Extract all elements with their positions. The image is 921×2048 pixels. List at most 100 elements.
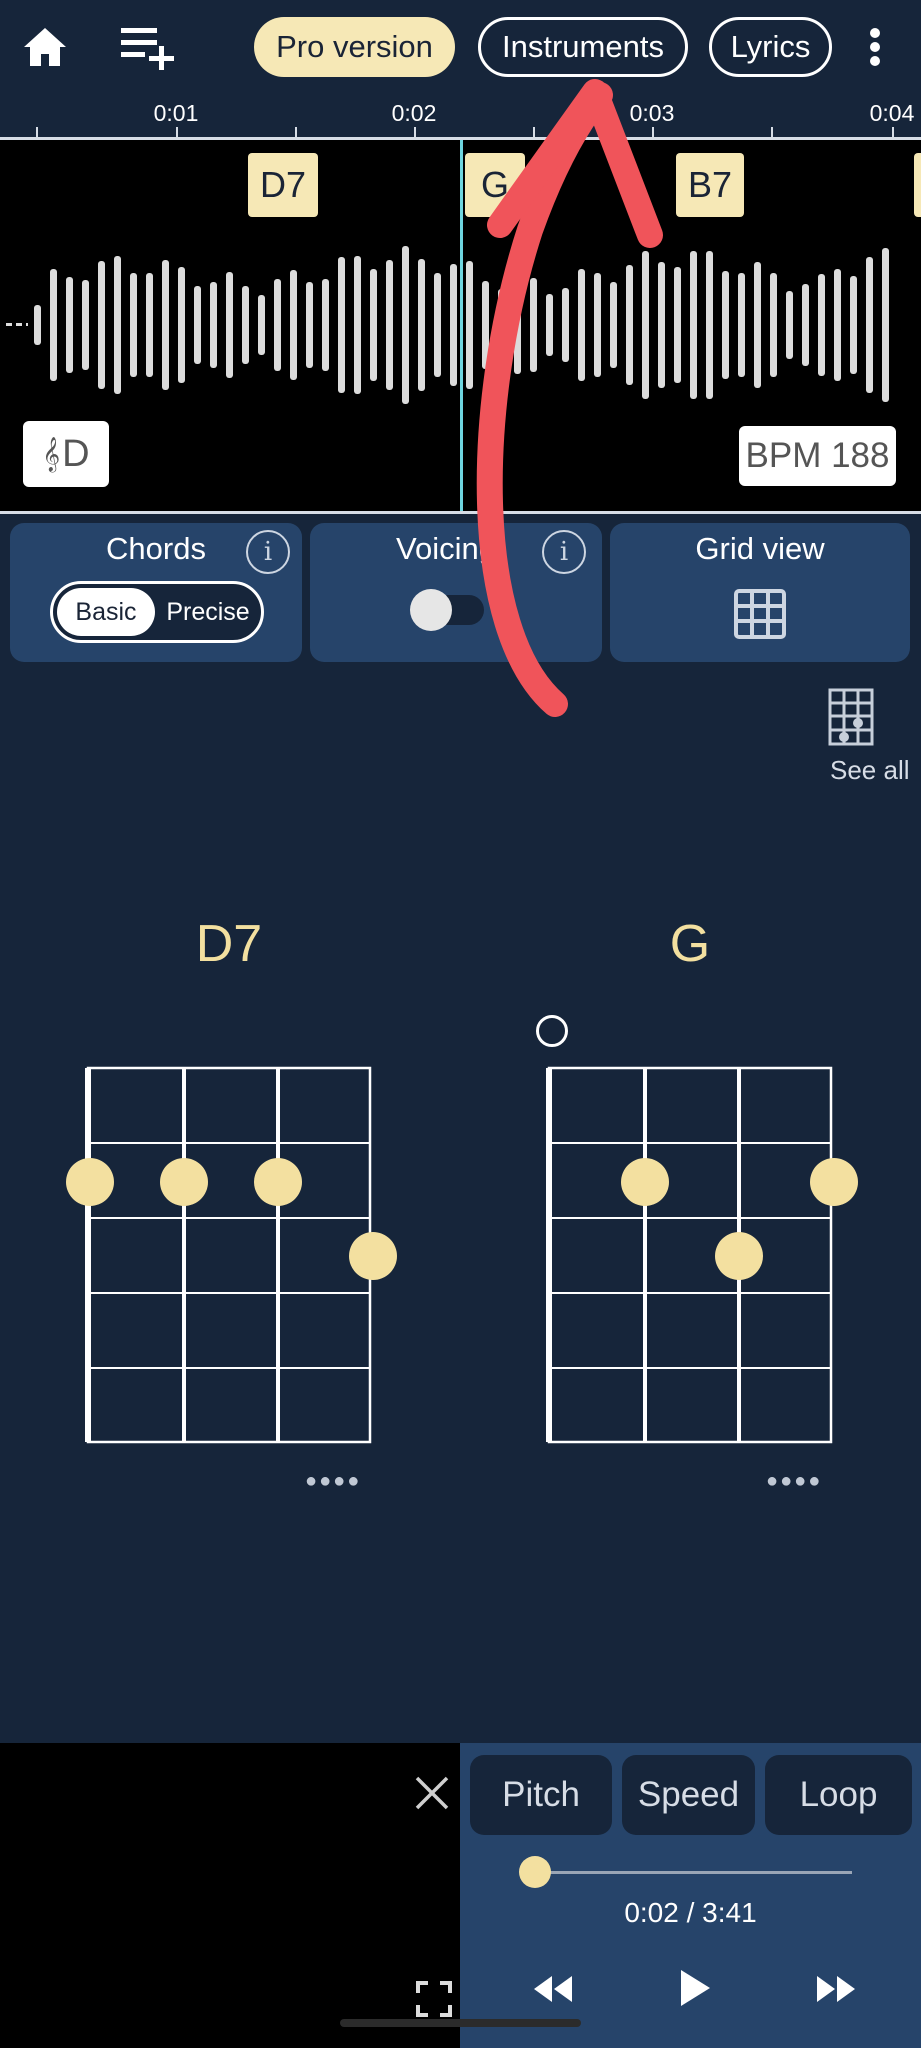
more-vert-icon[interactable]	[860, 24, 890, 70]
timeline-tick-label: 0:04	[869, 100, 915, 126]
waveform-bar	[498, 289, 505, 361]
key-label: D	[62, 432, 90, 475]
finger-dot	[715, 1232, 763, 1280]
timeline-tick-label: 0:03	[629, 100, 675, 126]
waveform-bar	[738, 272, 745, 378]
waveform-bar	[418, 258, 425, 392]
timeline-ruler[interactable]: 0:01 0:02 0:03 0:04	[0, 100, 921, 140]
lyrics-button[interactable]: Lyrics	[709, 17, 832, 77]
chord-diagram-d7[interactable]	[84, 1064, 378, 1444]
voicing-switch[interactable]	[410, 589, 484, 631]
progress-knob[interactable]	[518, 1856, 551, 1888]
waveform-bar	[194, 286, 201, 364]
chord-variations-indicator[interactable]: ●●●●	[766, 1470, 822, 1493]
playlist-add-icon[interactable]	[118, 20, 180, 74]
grid-view-title: Grid view	[695, 531, 825, 566]
waveform-bar	[850, 275, 857, 375]
waveform-bar	[34, 305, 41, 345]
waveform-bar	[82, 279, 89, 371]
waveform-bar	[802, 284, 809, 366]
time-label: 0:02 / 3:41	[624, 1897, 757, 1928]
chords-card: Chords i Basic Precise	[10, 523, 302, 662]
waveform-bar	[866, 257, 873, 393]
waveform-bar	[786, 291, 793, 359]
waveform-bar	[530, 277, 537, 373]
chord-chart-icon[interactable]	[828, 688, 876, 753]
waveform-bar	[466, 261, 473, 389]
precise-option[interactable]: Precise	[157, 588, 259, 636]
timeline-tick	[414, 127, 416, 137]
waveform-bar	[674, 267, 681, 383]
waveform-bar	[514, 275, 521, 375]
waveform-bar	[322, 278, 329, 372]
waveform-bar	[146, 273, 153, 377]
fullscreen-icon[interactable]	[416, 1981, 452, 2022]
waveform-bar	[546, 293, 553, 357]
basic-option[interactable]: Basic	[57, 588, 155, 636]
waveform-bar	[882, 248, 889, 402]
progress-track[interactable]	[532, 1871, 852, 1874]
waveform-bar	[834, 269, 841, 381]
playhead[interactable]	[460, 140, 463, 512]
timeline-tick-label: 0:01	[153, 100, 199, 126]
waveform-bar	[66, 276, 73, 374]
finger-dot	[66, 1158, 114, 1206]
waveform-bar	[178, 266, 185, 384]
chords-mode-toggle[interactable]: Basic Precise	[50, 581, 264, 643]
see-all-link[interactable]: See all	[830, 755, 910, 786]
waveform-bar	[706, 250, 713, 400]
instruments-button[interactable]: Instruments	[478, 17, 688, 77]
waveform-bar	[658, 262, 665, 388]
play-icon[interactable]	[678, 1968, 712, 2013]
waveform-bar	[370, 268, 377, 382]
home-icon[interactable]	[18, 20, 72, 74]
waveform-bar	[242, 286, 249, 364]
key-badge[interactable]: 𝄞 D	[23, 421, 109, 487]
waveform-bar	[610, 281, 617, 369]
waveform-divider	[0, 511, 921, 514]
timeline-tick-label: 0:02	[391, 100, 437, 126]
pitch-tab[interactable]: Pitch	[470, 1755, 612, 1835]
treble-clef-icon: 𝄞	[42, 436, 61, 472]
finger-dot	[349, 1232, 397, 1280]
waveform-bar	[482, 281, 489, 369]
waveform-bar	[354, 255, 361, 394]
open-string-marker	[536, 1015, 568, 1047]
switch-knob	[410, 589, 452, 631]
chord-variations-indicator[interactable]: ●●●●	[305, 1470, 361, 1493]
waveform-bar	[434, 273, 441, 377]
bpm-badge[interactable]: BPM 188	[739, 426, 896, 486]
pro-version-button[interactable]: Pro version	[254, 17, 455, 77]
waveform-bar	[162, 259, 169, 391]
timeline-tick	[652, 127, 654, 137]
close-icon[interactable]	[414, 1775, 450, 1816]
timeline-tick	[36, 127, 38, 137]
waveform-bar	[290, 270, 297, 380]
finger-dot	[810, 1158, 858, 1206]
grid-icon	[734, 589, 786, 644]
waveform-bar	[642, 250, 649, 400]
timeline-tick	[533, 127, 535, 137]
voicing-title: Voicing	[396, 531, 496, 566]
timeline-tick	[176, 127, 178, 137]
chord-diagram-g[interactable]	[545, 1064, 839, 1444]
speed-tab[interactable]: Speed	[622, 1755, 755, 1835]
waveform-bar	[114, 255, 121, 395]
info-icon[interactable]: i	[246, 530, 290, 574]
finger-dot	[160, 1158, 208, 1206]
waveform-bar	[754, 261, 761, 389]
rewind-icon[interactable]	[532, 1972, 574, 2011]
waveform-bar	[258, 295, 265, 355]
waveform-bar	[306, 282, 313, 368]
grid-view-card[interactable]: Grid view	[610, 523, 910, 662]
finger-dot	[621, 1158, 669, 1206]
fast-forward-icon[interactable]	[815, 1972, 857, 2011]
gesture-bar	[340, 2019, 581, 2027]
top-toolbar: Pro version Instruments Lyrics	[0, 0, 921, 100]
loop-tab[interactable]: Loop	[765, 1755, 912, 1835]
timeline-tick	[892, 127, 894, 137]
waveform-bar	[562, 287, 569, 363]
info-icon[interactable]: i	[542, 530, 586, 574]
waveform-panel[interactable]: D7 G B7 𝄞 D BPM 188	[0, 140, 921, 512]
voicing-card: Voicing i	[310, 523, 602, 662]
